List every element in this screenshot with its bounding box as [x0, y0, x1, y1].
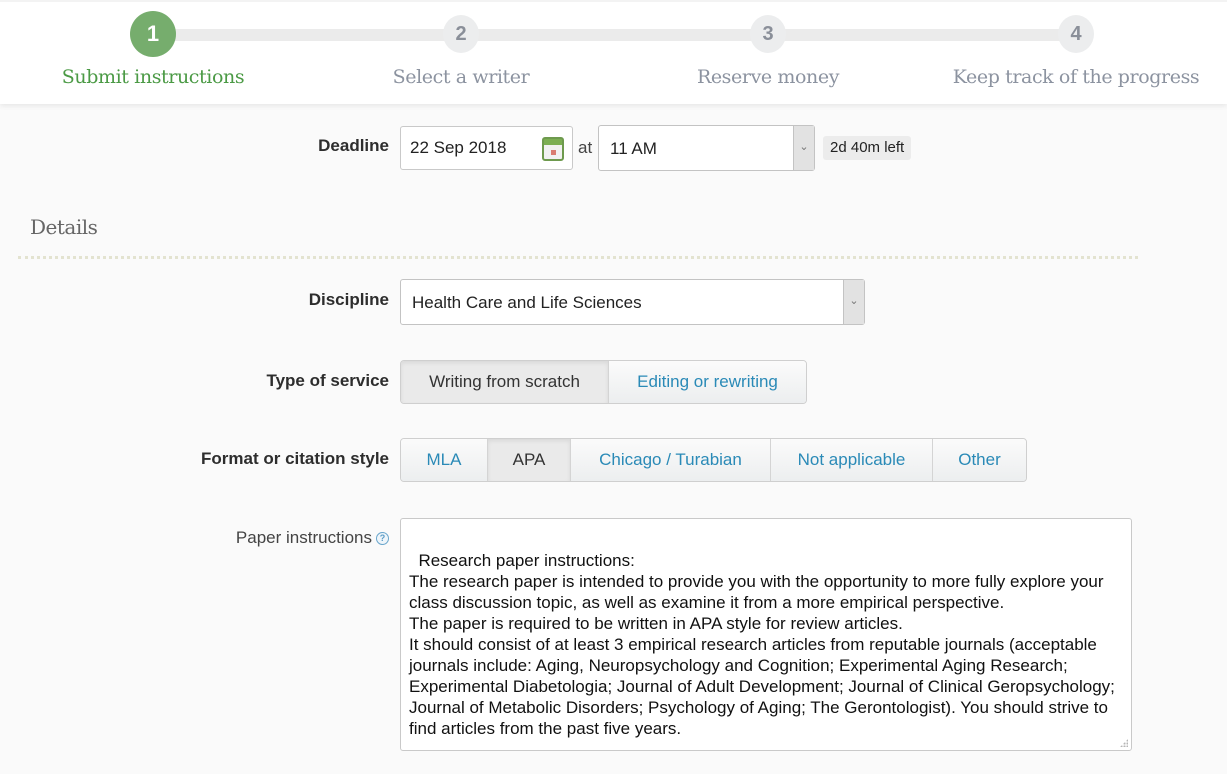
format-chicago-turabian-button[interactable]: Chicago / Turabian — [571, 439, 771, 481]
stepper-track — [153, 29, 1076, 41]
details-section-title: Details — [30, 215, 98, 239]
deadline-label: Deadline — [318, 136, 389, 155]
format-not-applicable-button[interactable]: Not applicable — [771, 439, 933, 481]
resize-handle-icon[interactable] — [1120, 739, 1128, 747]
format-label: Format or citation style — [201, 449, 389, 468]
deadline-time-value: 11 AM — [610, 139, 657, 158]
paper-instructions-label: Paper instructions — [235, 528, 372, 547]
paper-instructions-textarea[interactable]: Research paper instructions: The researc… — [400, 518, 1132, 751]
step-number-badge: 4 — [1058, 15, 1094, 53]
progress-stepper: 1 Submit instructions 2 Select a writer … — [0, 0, 1227, 104]
deadline-date-value: 22 Sep 2018 — [410, 138, 507, 157]
discipline-select[interactable]: Health Care and Life Sciences ⌄ — [400, 279, 865, 325]
step-label: Select a writer — [392, 66, 530, 88]
format-other-button[interactable]: Other — [933, 439, 1026, 481]
type-of-service-label: Type of service — [266, 371, 389, 390]
step-label: Reserve money — [696, 66, 840, 88]
question-mark-icon[interactable]: ? — [376, 532, 389, 545]
step-number-badge: 1 — [130, 11, 176, 57]
step-number-badge: 3 — [750, 15, 786, 53]
format-apa-button[interactable]: APA — [488, 439, 571, 481]
format-mla-button[interactable]: MLA — [401, 439, 488, 481]
service-editing-or-rewriting-button[interactable]: Editing or rewriting — [609, 361, 806, 403]
paper-instructions-text: Research paper instructions: The researc… — [409, 551, 1115, 738]
service-writing-from-scratch-button[interactable]: Writing from scratch — [401, 361, 609, 403]
step-number-badge: 2 — [443, 15, 479, 53]
type-of-service-toggle: Writing from scratch Editing or rewritin… — [400, 360, 807, 404]
paper-instructions-label-group: Paper instructions? — [236, 528, 389, 548]
step-label: Submit instructions — [61, 66, 245, 88]
deadline-time-select[interactable]: 11 AM ⌄ — [598, 125, 815, 171]
time-left-badge: 2d 40m left — [823, 136, 912, 160]
deadline-date-input[interactable]: 22 Sep 2018 — [400, 126, 573, 170]
discipline-label: Discipline — [308, 290, 389, 309]
section-divider — [18, 256, 1138, 259]
at-label: at — [578, 138, 593, 157]
chevron-down-icon[interactable]: ⌄ — [793, 126, 814, 170]
discipline-value: Health Care and Life Sciences — [412, 293, 642, 312]
calendar-icon[interactable] — [542, 137, 564, 161]
chevron-down-icon[interactable]: ⌄ — [843, 280, 864, 324]
step-label: Keep track of the progress — [952, 66, 1200, 88]
citation-style-toggle: MLA APA Chicago / Turabian Not applicabl… — [400, 438, 1027, 482]
